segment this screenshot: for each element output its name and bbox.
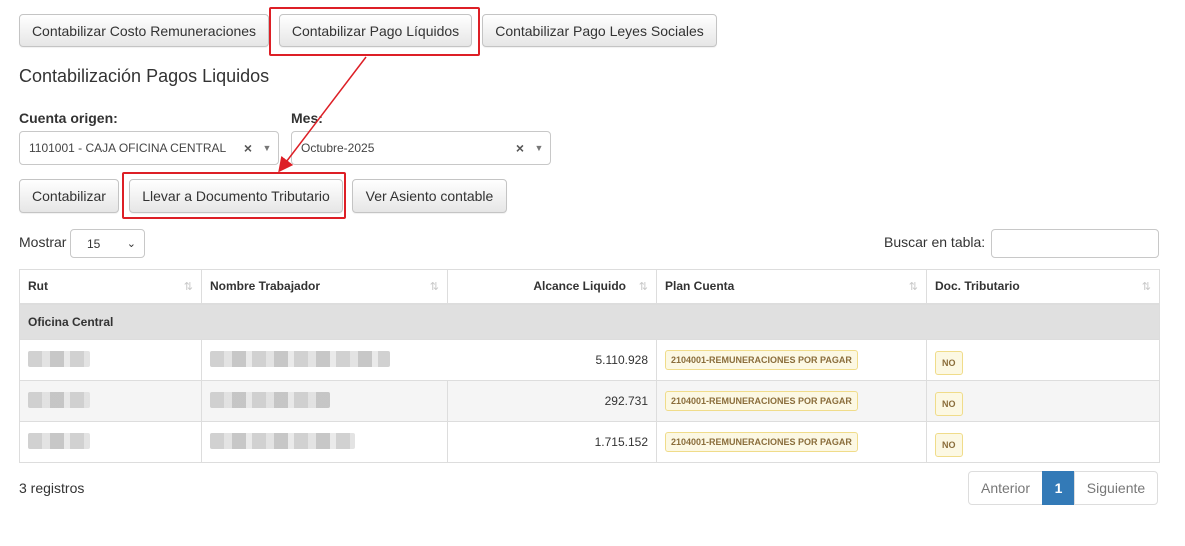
sort-icon: ⇅ [429, 281, 439, 293]
table-row[interactable]: 5.110.928 2104001-REMUNERACIONES POR PAG… [19, 339, 1160, 381]
previous-page-button[interactable]: Anterior [968, 471, 1043, 505]
redacted-value [210, 391, 330, 408]
rut-cell [19, 380, 202, 422]
buscar-label: Buscar en tabla: [884, 234, 986, 250]
column-header-plan-cuenta[interactable]: Plan Cuenta ⇅ [656, 269, 927, 305]
table-row[interactable]: 1.715.152 2104001-REMUNERACIONES POR PAG… [19, 421, 1160, 463]
status-badge: NO [935, 392, 963, 416]
page-1-button[interactable]: 1 [1042, 471, 1075, 505]
column-header-nombre[interactable]: Nombre Trabajador ⇅ [201, 269, 448, 305]
redacted-value [28, 391, 90, 408]
redacted-value [28, 350, 90, 367]
doc-tributario-cell: NO [926, 380, 1160, 422]
plan-cuenta-cell: 2104001-REMUNERACIONES POR PAGAR [656, 421, 927, 463]
mostrar-label: Mostrar [19, 234, 67, 250]
table-header-row: Rut ⇅ Nombre Trabajador ⇅ Alcance Liquido ⇅… [19, 269, 1160, 305]
nombre-cell [201, 421, 448, 463]
next-page-button[interactable]: Siguiente [1074, 471, 1158, 505]
tab-contabilizar-pago-leyes-sociales[interactable]: Contabilizar Pago Leyes Sociales [482, 14, 717, 47]
column-header-alcance[interactable]: Alcance Liquido ⇅ [447, 269, 657, 305]
payments-table: Rut ⇅ Nombre Trabajador ⇅ Alcance Liquido ⇅… [19, 269, 1160, 463]
chevron-down-icon: ⌄ [126, 238, 136, 250]
sort-icon: ⇅ [183, 281, 193, 293]
contabilizar-button[interactable]: Contabilizar [19, 179, 119, 213]
doc-tributario-cell: NO [926, 421, 1160, 463]
status-badge: NO [935, 351, 963, 375]
cuenta-origen-value: 1101001 - CAJA OFICINA CENTRAL [29, 141, 227, 155]
nombre-cell [201, 339, 448, 381]
rut-cell [19, 421, 202, 463]
page-length-value: 15 [87, 236, 101, 251]
cuenta-origen-label: Cuenta origen: [19, 110, 118, 126]
rut-cell [19, 339, 202, 381]
page-length-select[interactable]: 15 ⌄ [70, 229, 145, 258]
table-row[interactable]: 292.731 2104001-REMUNERACIONES POR PAGAR… [19, 380, 1160, 422]
mes-label: Mes: [291, 110, 323, 126]
group-row: Oficina Central [19, 303, 1160, 340]
nombre-cell [201, 380, 448, 422]
records-info: 3 registros [19, 480, 85, 496]
sort-icon: ⇅ [638, 281, 648, 293]
redacted-value [210, 432, 355, 449]
alcance-cell: 5.110.928 [447, 339, 657, 381]
status-badge: NO [935, 433, 963, 457]
doc-tributario-cell: NO [926, 339, 1160, 381]
mes-value: Octubre-2025 [301, 141, 375, 155]
sort-icon: ⇅ [908, 281, 918, 293]
plan-cuenta-badge: 2104001-REMUNERACIONES POR PAGAR [665, 350, 858, 370]
search-input[interactable] [991, 229, 1159, 258]
group-label: Oficina Central [19, 303, 1160, 340]
redacted-value [28, 432, 90, 449]
alcance-cell: 292.731 [447, 380, 657, 422]
clear-icon[interactable]: × [512, 140, 528, 156]
pagination: Anterior 1 Siguiente [968, 471, 1158, 505]
alcance-cell: 1.715.152 [447, 421, 657, 463]
llevar-documento-tributario-button[interactable]: Llevar a Documento Tributario [129, 179, 343, 213]
plan-cuenta-cell: 2104001-REMUNERACIONES POR PAGAR [656, 380, 927, 422]
clear-icon[interactable]: × [240, 140, 256, 156]
column-header-doc-tributario[interactable]: Doc. Tributario ⇅ [926, 269, 1160, 305]
column-header-rut[interactable]: Rut ⇅ [19, 269, 202, 305]
mes-select[interactable]: Octubre-2025 × ▼ [291, 131, 551, 165]
page-title: Contabilización Pagos Liquidos [19, 66, 270, 86]
plan-cuenta-badge: 2104001-REMUNERACIONES POR PAGAR [665, 391, 858, 411]
chevron-down-icon[interactable]: ▼ [256, 143, 278, 153]
tab-contabilizar-pago-liquidos[interactable]: Contabilizar Pago Líquidos [279, 14, 472, 47]
plan-cuenta-cell: 2104001-REMUNERACIONES POR PAGAR [656, 339, 927, 381]
tab-contabilizar-costo-remuneraciones[interactable]: Contabilizar Costo Remuneraciones [19, 14, 269, 47]
plan-cuenta-badge: 2104001-REMUNERACIONES POR PAGAR [665, 432, 858, 452]
cuenta-origen-select[interactable]: 1101001 - CAJA OFICINA CENTRAL × ▼ [19, 131, 279, 165]
chevron-down-icon[interactable]: ▼ [528, 143, 550, 153]
redacted-value [210, 350, 390, 367]
ver-asiento-contable-button[interactable]: Ver Asiento contable [352, 179, 507, 213]
sort-icon: ⇅ [1141, 281, 1151, 293]
